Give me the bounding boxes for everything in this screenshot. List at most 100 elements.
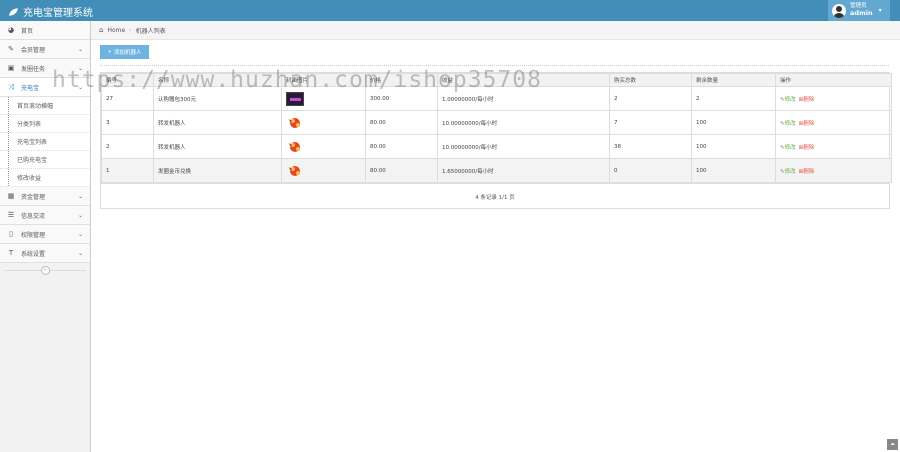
cell-actions: ✎修改 ⊠删除: [775, 158, 892, 183]
chevron-down-icon: ⌄: [77, 211, 83, 219]
table-row: 1 发圈金币兑换 80.00 1.65000000/每小时 0 100 ✎修改 ⊠删除: [101, 158, 892, 183]
tag-icon: ▣: [7, 64, 15, 72]
sidebar-item-0[interactable]: ◕ 首页: [0, 21, 90, 40]
leaf-icon: [8, 7, 19, 16]
delete-label: 删除: [803, 144, 815, 151]
chevron-down-icon: ⌄: [77, 64, 83, 72]
chevron-down-icon: ⌄: [77, 83, 83, 91]
robot-table: 编号 名称 封面图片 价格 收益 购买总数 剩余数量 操作 27 认购赠包300元 300.00 1…: [101, 73, 892, 183]
app-brand[interactable]: 充电宝管理系统: [8, 4, 93, 19]
sidebar-item-label: 系统设置: [21, 250, 46, 258]
cell-remain: 100: [691, 110, 776, 135]
cell-cover: [281, 86, 366, 111]
delete-link[interactable]: ⊠删除: [799, 145, 815, 151]
chevron-down-icon: ⌄: [77, 45, 83, 53]
delete-link[interactable]: ⊠删除: [799, 121, 815, 127]
edit-link[interactable]: ✎修改: [780, 169, 796, 175]
cell-bought: 38: [609, 134, 692, 159]
app-title: 充电宝管理系统: [23, 8, 93, 19]
breadcrumb-separator: ›: [129, 26, 132, 34]
cell-price: 80.00: [365, 110, 438, 135]
sidebar: ◕ 首页 ✎ 会员管理 ⌄ ▣ 发圈任务 ⌄ ⤨ 充电宝 ⌄ 首页滚动横幅 分类列表 充电宝列表 已购充电…: [0, 21, 91, 452]
sidebar-bottom-item-1[interactable]: ☰ 信息交流 ⌄: [0, 206, 90, 225]
table-row: 3 转发机器人 80.00 10.00000000/每小时 7 100 ✎修改 ⊠删除: [101, 110, 892, 135]
delete-link[interactable]: ⊠删除: [799, 97, 815, 103]
cell-actions: ✎修改 ⊠删除: [775, 134, 892, 159]
table-row: 2 转发机器人 80.00 10.00000000/每小时 38 100 ✎修改 ⊠删除: [101, 134, 892, 159]
cell-cover: [281, 158, 366, 183]
sidebar-subitem-1[interactable]: 分类列表: [0, 115, 90, 133]
cell-name: 发圈金币兑换: [153, 158, 282, 183]
add-robot-button[interactable]: + 添加机器人: [100, 45, 149, 59]
user-name: admin: [850, 9, 873, 17]
cell-cover: [281, 134, 366, 159]
sidebar-item-2[interactable]: ▣ 发圈任务 ⌄: [0, 59, 90, 78]
edit-link[interactable]: ✎修改: [780, 97, 796, 103]
delete-label: 删除: [803, 96, 815, 103]
cell-bought: 0: [609, 158, 692, 183]
sidebar-item-label: 首页: [21, 27, 34, 35]
edit-label: 修改: [784, 96, 796, 103]
sidebar-bottom-item-2[interactable]: ▯ 权限管理 ⌄: [0, 225, 90, 244]
shuffle-icon: ⤨: [8, 82, 14, 91]
breadcrumb-current: 机器人列表: [135, 27, 166, 35]
dashboard-icon: ◕: [7, 26, 15, 34]
cell-remain: 100: [691, 158, 776, 183]
column-header: 收益: [437, 73, 610, 87]
cell-income: 10.00000000/每小时: [437, 134, 610, 159]
top-navbar: 充电宝管理系统 管理员 admin ▾: [0, 0, 900, 21]
collapse-icon[interactable]: «: [40, 265, 50, 275]
cover-image: [286, 140, 304, 154]
column-header: 名称: [153, 73, 282, 87]
avatar: [832, 3, 846, 18]
sidebar-item-label: 会员管理: [21, 46, 46, 54]
robot-table-panel: 编号 名称 封面图片 价格 收益 购买总数 剩余数量 操作 27 认购赠包300元 300.00 1…: [100, 72, 892, 209]
cell-bought: 2: [609, 86, 692, 111]
chevron-down-icon: ⌄: [77, 230, 83, 238]
cell-cover: [281, 110, 366, 135]
delete-label: 删除: [803, 168, 815, 175]
sidebar-subitem-2[interactable]: 充电宝列表: [0, 133, 90, 151]
sidebar-item-label: 发圈任务: [21, 65, 46, 73]
text-icon: T: [8, 249, 14, 257]
column-header: 价格: [365, 73, 438, 87]
plus-icon: +: [107, 49, 113, 55]
scroll-top-button[interactable]: ⏶: [887, 439, 898, 450]
add-robot-label: 添加机器人: [114, 50, 142, 56]
table-row: 27 认购赠包300元 300.00 1.00000000/每小时 2 2 ✎修改 ⊠删除: [101, 86, 892, 111]
cell-remain: 100: [691, 134, 776, 159]
cell-id: 3: [101, 110, 154, 135]
sidebar-subitem-0[interactable]: 首页滚动横幅: [0, 97, 90, 115]
caret-down-icon: ▾: [878, 7, 882, 14]
delete-link[interactable]: ⊠删除: [799, 169, 815, 175]
cell-price: 80.00: [365, 158, 438, 183]
cell-price: 80.00: [365, 134, 438, 159]
column-header: 封面图片: [281, 73, 366, 87]
column-header: 购买总数: [609, 73, 692, 87]
column-header: 编号: [101, 73, 154, 87]
edit-label: 修改: [784, 144, 796, 151]
sidebar-item-label: 信息交流: [21, 212, 46, 220]
cell-actions: ✎修改 ⊠删除: [775, 86, 892, 111]
sidebar-subitem-4[interactable]: 修改收益: [0, 169, 90, 187]
edit-link[interactable]: ✎修改: [780, 121, 796, 127]
calendar-icon: ▦: [7, 192, 15, 200]
home-icon: ⌂: [99, 26, 104, 34]
breadcrumb: ⌂ Home › 机器人列表: [91, 21, 900, 40]
user-menu[interactable]: 管理员 admin ▾: [828, 0, 890, 21]
breadcrumb-home[interactable]: Home: [107, 27, 125, 34]
chevron-down-icon: ⌄: [77, 192, 83, 200]
sidebar-bottom-item-0[interactable]: ▦ 资金管理 ⌄: [0, 187, 90, 206]
cell-id: 1: [101, 158, 154, 183]
sidebar-item-label: 充电宝: [21, 84, 40, 92]
edit-link[interactable]: ✎修改: [780, 145, 796, 151]
sidebar-bottom-item-3[interactable]: T 系统设置 ⌄: [0, 244, 90, 263]
cell-income: 10.00000000/每小时: [437, 110, 610, 135]
sidebar-item-3[interactable]: ⤨ 充电宝 ⌄: [0, 78, 90, 97]
sidebar-item-1[interactable]: ✎ 会员管理 ⌄: [0, 40, 90, 59]
sidebar-subitem-3[interactable]: 已购充电宝: [0, 151, 90, 169]
file-icon: ▯: [9, 230, 13, 238]
cell-actions: ✎修改 ⊠删除: [775, 110, 892, 135]
column-header: 剩余数量: [691, 73, 776, 87]
cover-image: [286, 164, 304, 178]
